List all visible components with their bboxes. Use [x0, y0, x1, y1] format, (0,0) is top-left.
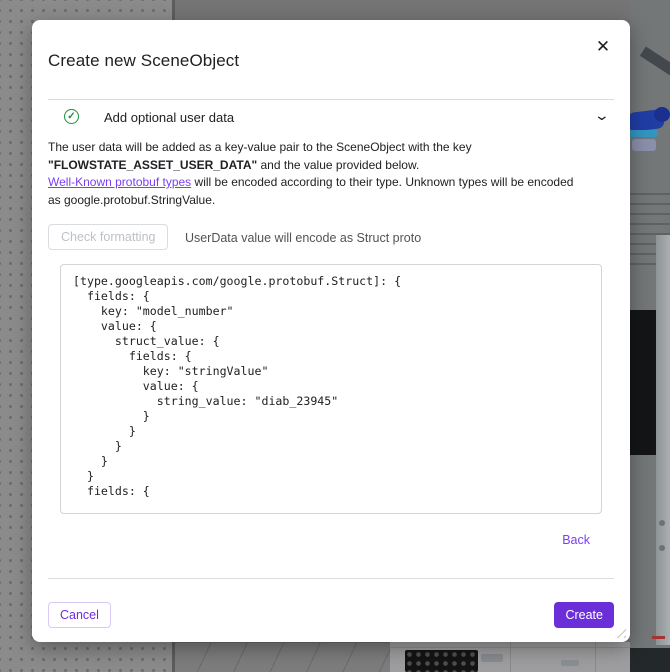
scene-floor-tile-line: [595, 642, 596, 672]
scene-floor-diagonal-tiles: [175, 642, 390, 672]
scene-red-marker: [652, 636, 665, 639]
chevron-down-icon[interactable]: ⌄: [594, 107, 610, 124]
check-circle-icon: ✓: [64, 109, 79, 124]
code-editor-content[interactable]: [type.googleapis.com/google.protobuf.Str…: [61, 265, 601, 508]
header-divider: [48, 99, 614, 100]
section-label: Add optional user data: [104, 110, 235, 125]
close-icon[interactable]: ✕: [591, 35, 615, 59]
format-check-row: Check formatting UserData value will enc…: [48, 224, 614, 250]
modal-footer: Cancel Create: [48, 602, 614, 630]
scene-blue-object-2: [654, 107, 670, 122]
scene-floor-object: [561, 660, 579, 666]
footer-divider: [48, 578, 614, 579]
scene-floor-grate: [405, 650, 478, 672]
well-known-protobuf-types-link[interactable]: Well-Known protobuf types: [48, 175, 191, 189]
user-data-code-editor[interactable]: [type.googleapis.com/google.protobuf.Str…: [60, 264, 602, 514]
scene-floor-object: [481, 654, 503, 662]
scene-floor-strip: [175, 642, 630, 672]
scene-pillar-bolt: [659, 545, 665, 551]
user-data-key: "FLOWSTATE_ASSET_USER_DATA": [48, 157, 258, 172]
scene-pillar-bolt: [659, 520, 665, 526]
scene-dark-base: [630, 648, 670, 672]
scene-teal-object: [630, 130, 658, 137]
create-button[interactable]: Create: [554, 602, 614, 628]
user-data-description: The user data will be added as a key-val…: [48, 139, 630, 209]
description-line-2: and the value provided below.: [257, 157, 420, 172]
scene-lavender-object: [632, 139, 656, 151]
description-line-3: will be encoded according to their type.…: [191, 175, 574, 189]
section-add-user-data[interactable]: ✓ Add optional user data ⌄: [48, 104, 614, 134]
resize-grip[interactable]: [615, 627, 626, 638]
scene-beam-shape: [639, 46, 670, 89]
modal-title: Create new SceneObject: [48, 51, 240, 70]
create-sceneobject-modal: Create new SceneObject ✕ ✓ Add optional …: [32, 20, 630, 642]
scene-pillar: [656, 235, 670, 645]
description-line-1: The user data will be added as a key-val…: [48, 140, 472, 154]
scene-viewport-right-sliver: [630, 0, 670, 672]
scene-dark-opening: [630, 310, 656, 455]
check-formatting-button[interactable]: Check formatting: [48, 224, 169, 250]
back-button[interactable]: Back: [562, 533, 590, 547]
encode-status-text: UserData value will encode as Struct pro…: [184, 230, 422, 245]
description-line-4: as google.protobuf.StringValue.: [48, 192, 216, 207]
scene-floor-tile-line: [510, 642, 511, 672]
cancel-button[interactable]: Cancel: [48, 602, 111, 628]
